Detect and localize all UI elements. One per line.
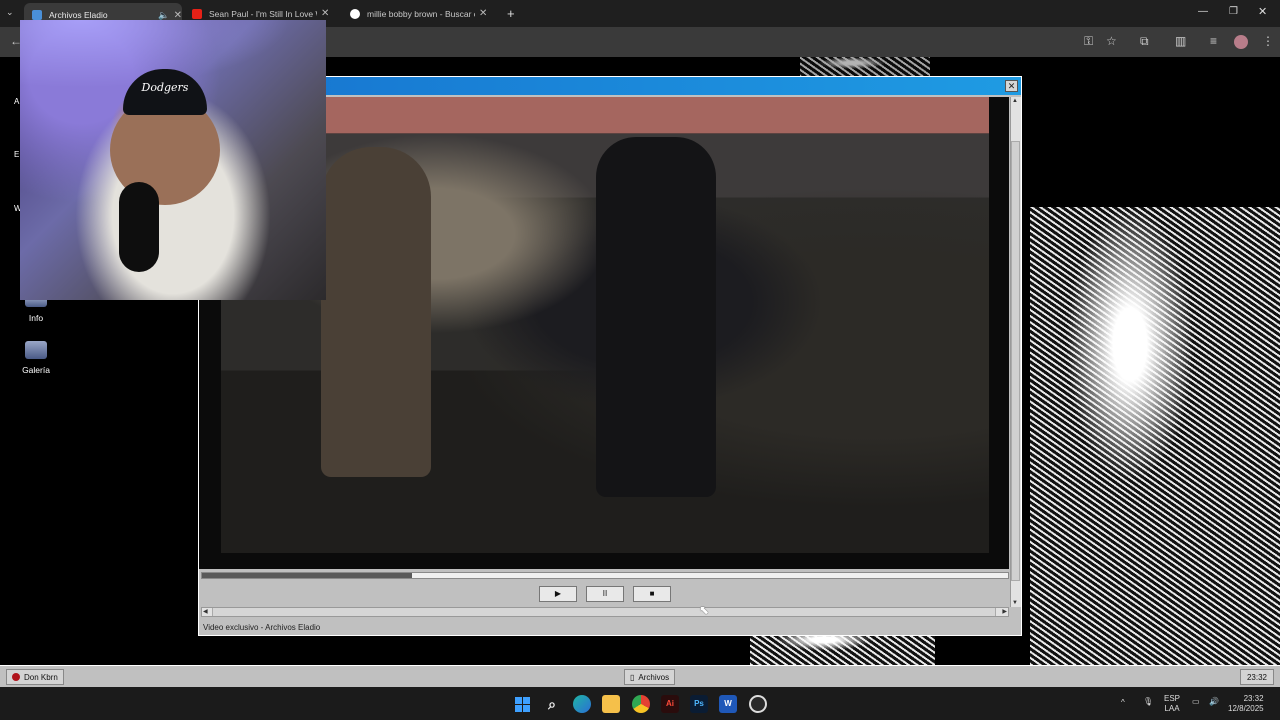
player-close-button[interactable]: ✕	[1005, 80, 1018, 92]
new-tab-button[interactable]: +	[507, 6, 515, 21]
scroll-down-icon[interactable]: ▼	[1012, 600, 1018, 606]
speaker-icon[interactable]: 🔈	[158, 10, 169, 21]
keyboard-layout: LAA	[1164, 704, 1180, 713]
microphone-icon	[119, 182, 159, 272]
tab-millie-bobby-brown[interactable]: millie bobby brown - Buscar co ✕	[342, 4, 498, 23]
stop-button[interactable]: ■	[633, 586, 671, 602]
youtube-icon	[192, 8, 202, 19]
video-frame	[221, 97, 989, 553]
start-user-button[interactable]: Don Kbrn	[6, 669, 64, 685]
extensions-icon[interactable]: ⧉	[1140, 34, 1149, 49]
archivos-task-button[interactable]: ▯ Archivos	[624, 669, 676, 685]
media-control-icon[interactable]: ≡	[1210, 34, 1217, 48]
video-shop-sign	[221, 97, 989, 133]
scroll-right-icon[interactable]: ▶	[1002, 608, 1007, 615]
obs-icon[interactable]	[749, 695, 767, 713]
webcam-overlay: Dodgers	[20, 20, 326, 300]
pause-button[interactable]: II	[586, 586, 624, 602]
close-window-icon[interactable]: ✕	[1258, 5, 1267, 18]
word-icon[interactable]: W	[719, 695, 737, 713]
tab-close-icon[interactable]: ✕	[479, 8, 487, 19]
tab-title: Archivos Eladio	[49, 10, 108, 20]
mouse-cursor-icon: ⬉	[699, 603, 710, 617]
video-progress-fill	[202, 573, 412, 578]
tab-title: millie bobby brown - Buscar co	[367, 8, 475, 19]
play-button[interactable]: ▶	[539, 586, 577, 602]
google-icon	[350, 8, 360, 19]
system-clock[interactable]: 23:32 12/8/2025	[1228, 694, 1264, 714]
menu-kebab-icon[interactable]: ⋮	[1262, 34, 1274, 48]
desktop-label-fragment: A	[14, 97, 20, 106]
tray-overflow-icon[interactable]: ^	[1121, 698, 1125, 707]
app-taskbar: Don Kbrn ▯ Archivos 23:32	[0, 665, 1280, 687]
volume-icon[interactable]: 🔊	[1209, 697, 1219, 706]
restore-icon[interactable]: ❐	[1229, 6, 1238, 17]
side-panel-icon[interactable]: ▥	[1175, 34, 1186, 48]
manga-wallpaper-art-top	[800, 57, 930, 77]
language-code: ESP	[1164, 694, 1181, 703]
video-progress-bar[interactable]	[201, 572, 1009, 579]
scroll-up-icon[interactable]: ▲	[1012, 98, 1018, 104]
vertical-scrollbar[interactable]: ▲ ▼	[1010, 97, 1021, 607]
edge-icon[interactable]	[573, 695, 591, 713]
chrome-icon[interactable]	[632, 695, 650, 713]
windows-start-icon[interactable]	[515, 697, 530, 712]
desktop-icon-info[interactable]: Info	[11, 297, 61, 323]
folder-icon: ▯	[630, 672, 635, 682]
network-icon[interactable]: ▭	[1192, 697, 1200, 706]
camera-icon	[25, 341, 47, 359]
task-button-label: Archivos	[638, 672, 670, 682]
acrobat-icon[interactable]: Ai	[661, 695, 679, 713]
desktop-label-fragment: E	[14, 150, 20, 159]
search-icon[interactable]: ⌕	[543, 695, 561, 713]
photoshop-icon[interactable]: Ps	[690, 695, 708, 713]
horizontal-scrollbar[interactable]: ◀ ▶	[201, 607, 1009, 617]
desktop-icon-label: Info	[28, 313, 44, 323]
video-figure	[321, 147, 431, 477]
minimize-icon[interactable]: —	[1198, 6, 1208, 17]
profile-avatar[interactable]	[1234, 35, 1248, 49]
tab-close-icon[interactable]: ✕	[174, 10, 182, 21]
video-figure	[596, 137, 716, 497]
user-button-label: Don Kbrn	[24, 672, 58, 682]
favicon-icon	[32, 10, 42, 20]
microphone-tray-icon[interactable]: 🎙	[1143, 697, 1153, 706]
tab-title: Sean Paul - I'm Still In Love Wit	[209, 8, 317, 19]
tab-search-chevron-icon[interactable]: ⌄	[6, 7, 14, 18]
user-avatar-icon	[12, 673, 20, 681]
player-status-text: Video exclusivo - Archivos Eladio	[203, 623, 321, 632]
desktop-icon-galeria[interactable]: Galería	[11, 341, 61, 375]
manga-wallpaper-art	[1030, 207, 1280, 665]
clock-time: 23:32	[1243, 694, 1264, 703]
scroll-left-icon[interactable]: ◀	[203, 608, 208, 615]
clock-date: 12/8/2025	[1228, 704, 1264, 713]
tab-close-icon[interactable]: ✕	[321, 8, 329, 19]
desktop-icon-label: Galería	[22, 365, 50, 375]
vertical-scroll-thumb[interactable]	[1011, 141, 1020, 581]
language-indicator[interactable]: ESP LAA	[1164, 694, 1180, 714]
password-key-icon[interactable]: ⚿	[1084, 34, 1093, 49]
horizontal-scroll-thumb[interactable]	[212, 608, 996, 616]
bookmark-star-icon[interactable]: ☆	[1106, 34, 1117, 48]
file-explorer-icon[interactable]	[602, 695, 620, 713]
app-clock: 23:32	[1240, 669, 1274, 685]
